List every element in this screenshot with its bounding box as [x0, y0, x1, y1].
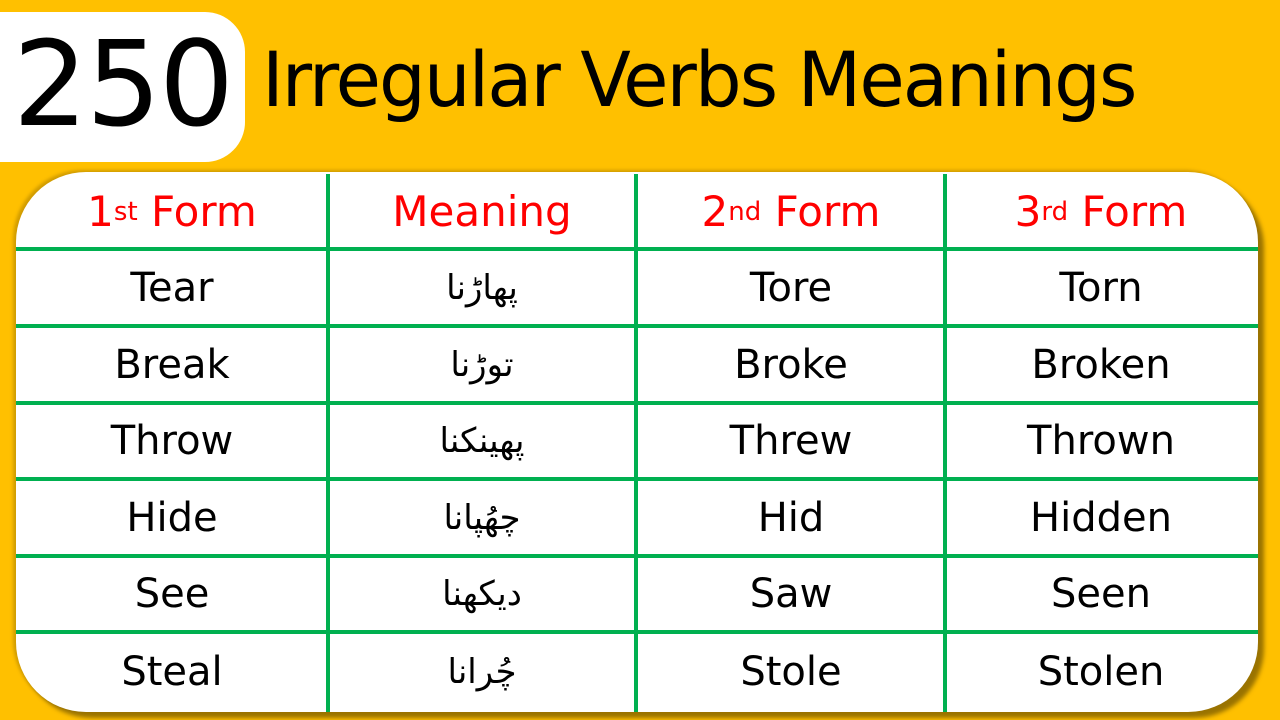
verb-count: 250: [12, 15, 234, 153]
third-form-cell: Torn: [1059, 264, 1143, 311]
page-title: Irregular Verbs Meanings: [262, 35, 1137, 124]
meaning-cell: توڑنا: [450, 344, 514, 385]
first-form-cell: Steal: [121, 649, 223, 695]
third-form-cell: Stolen: [1037, 649, 1165, 695]
third-form-cell: Thrown: [1027, 418, 1175, 464]
meaning-cell: دیکھنا: [442, 574, 522, 614]
table-row: Tear پھاڑنا Tore Torn: [16, 251, 1258, 324]
column-header-meaning: Meaning: [392, 186, 572, 236]
second-form-cell: Saw: [749, 571, 833, 617]
first-form-cell: Throw: [110, 418, 234, 464]
verb-count-badge: 250: [0, 12, 245, 162]
table-header-row: 1st Form Meaning 2nd Form 3rd Form: [16, 176, 1258, 247]
meaning-cell: پھاڑنا: [446, 267, 518, 308]
verbs-table: 1st Form Meaning 2nd Form 3rd Form Tear …: [16, 172, 1258, 712]
third-form-cell: Broken: [1031, 341, 1171, 388]
first-form-cell: See: [134, 571, 210, 617]
second-form-cell: Tore: [749, 264, 833, 311]
meaning-cell: پھینکنا: [439, 421, 525, 461]
second-form-cell: Broke: [734, 341, 848, 388]
column-header-second-form: 2nd Form: [701, 186, 881, 236]
third-form-cell: Seen: [1051, 571, 1151, 617]
second-form-cell: Hid: [757, 494, 825, 541]
table-row: Hide چھُپانا Hid Hidden: [16, 481, 1258, 554]
first-form-cell: Tear: [130, 264, 214, 311]
first-form-cell: Hide: [126, 494, 218, 541]
column-header-third-form: 3rd Form: [1014, 186, 1188, 236]
second-form-cell: Stole: [740, 649, 842, 695]
first-form-cell: Break: [114, 341, 230, 388]
table-row: Throw پھینکنا Threw Thrown: [16, 405, 1258, 477]
table-row: See دیکھنا Saw Seen: [16, 558, 1258, 630]
column-header-first-form: 1st Form: [87, 186, 257, 236]
table-row: Steal چُرانا Stole Stolen: [16, 634, 1258, 710]
meaning-cell: چھُپانا: [443, 497, 521, 538]
second-form-cell: Threw: [729, 418, 853, 464]
table-row: Break توڑنا Broke Broken: [16, 328, 1258, 401]
third-form-cell: Hidden: [1030, 494, 1172, 541]
meaning-cell: چُرانا: [447, 652, 517, 692]
